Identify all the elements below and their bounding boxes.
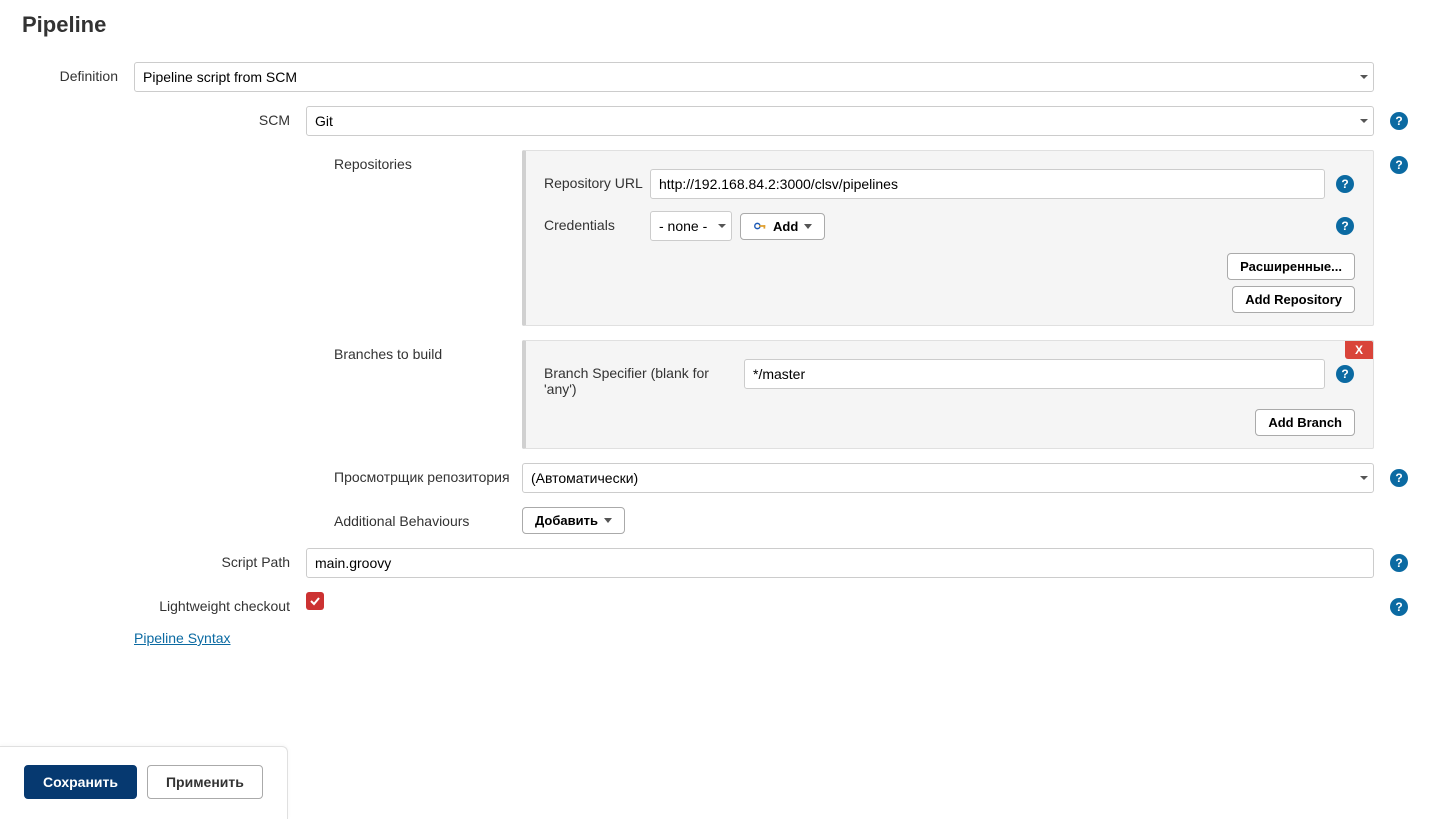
repo-url-input[interactable] [650,169,1325,199]
action-bar: Сохранить Применить [0,746,288,819]
behaviours-label: Additional Behaviours [334,507,522,529]
save-button[interactable]: Сохранить [24,765,137,799]
branch-panel: X Branch Specifier (blank for 'any') ? A… [522,340,1374,449]
add-branch-button[interactable]: Add Branch [1255,409,1355,436]
add-credentials-label: Add [773,219,798,234]
repositories-label: Repositories [334,150,522,172]
key-icon [753,219,767,233]
lightweight-checkbox[interactable] [306,592,324,610]
lightweight-label: Lightweight checkout [22,592,306,614]
help-icon[interactable]: ? [1390,112,1408,130]
page-title: Pipeline [22,12,1414,38]
definition-select[interactable]: Pipeline script from SCM [134,62,1374,92]
add-repository-button[interactable]: Add Repository [1232,286,1355,313]
branches-label: Branches to build [334,340,522,362]
branch-specifier-input[interactable] [744,359,1325,389]
apply-button[interactable]: Применить [147,765,263,799]
help-icon[interactable]: ? [1336,365,1354,383]
repo-url-label: Repository URL [544,169,650,191]
add-behaviour-label: Добавить [535,513,598,528]
caret-down-icon [604,518,612,523]
definition-label: Definition [22,62,134,84]
add-credentials-button[interactable]: Add [740,213,825,240]
repository-panel: Repository URL ? Credentials - none - [522,150,1374,326]
help-icon[interactable]: ? [1390,554,1408,572]
credentials-select[interactable]: - none - [650,211,732,241]
script-path-label: Script Path [22,548,306,570]
scm-label: SCM [22,106,306,128]
repo-browser-label: Просмотрщик репозитория [334,463,522,485]
pipeline-syntax-link[interactable]: Pipeline Syntax [134,630,231,646]
repo-browser-select[interactable]: (Автоматически) [522,463,1374,493]
remove-branch-button[interactable]: X [1345,341,1373,359]
advanced-button[interactable]: Расширенные... [1227,253,1355,280]
help-icon[interactable]: ? [1336,175,1354,193]
help-icon[interactable]: ? [1336,217,1354,235]
scm-select[interactable]: Git [306,106,1374,136]
add-behaviour-button[interactable]: Добавить [522,507,625,534]
help-icon[interactable]: ? [1390,156,1408,174]
help-icon[interactable]: ? [1390,598,1408,616]
credentials-label: Credentials [544,211,650,233]
caret-down-icon [804,224,812,229]
help-icon[interactable]: ? [1390,469,1408,487]
branch-specifier-label: Branch Specifier (blank for 'any') [544,359,744,397]
script-path-input[interactable] [306,548,1374,578]
